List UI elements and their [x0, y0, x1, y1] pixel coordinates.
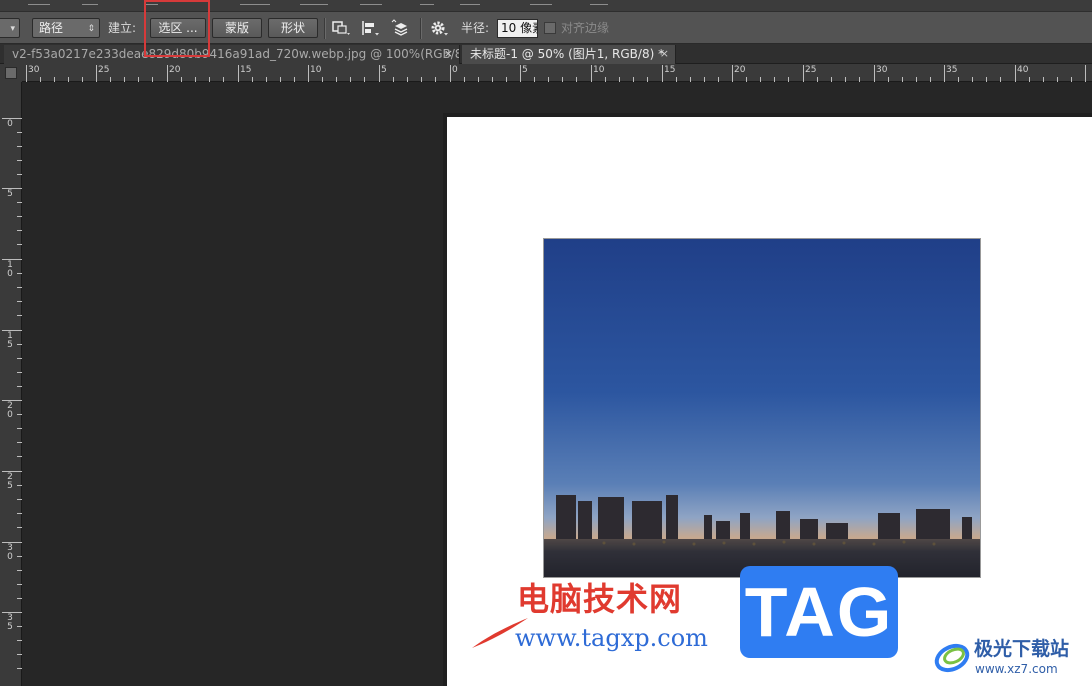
ruler-label: 0 [452, 65, 458, 75]
path-operations-icon[interactable] [330, 18, 352, 38]
gear-icon[interactable] [428, 18, 450, 38]
ruler-label: 30 [876, 65, 888, 75]
jg-title: 极光下载站 [974, 638, 1070, 660]
radius-input[interactable]: 10 像素 [497, 19, 538, 38]
ruler-label: 0 [7, 119, 13, 129]
path-alignment-icon[interactable] [360, 18, 382, 38]
ruler-label: 30 [28, 65, 40, 75]
annotation-highlight-box [144, 0, 210, 57]
watermark-tag-logo: TAG [740, 566, 898, 658]
ruler-label: 35 [7, 613, 13, 632]
ruler-label: 5 [522, 65, 528, 75]
ruler-label: 40 [1017, 65, 1029, 75]
make-label: 建立: [108, 21, 137, 35]
ruler-label: 25 [805, 65, 817, 75]
jg-logo-icon [934, 643, 970, 673]
ruler-label: 25 [98, 65, 110, 75]
vertical-ruler[interactable]: 0 5 10 15 20 25 30 35 [0, 82, 22, 686]
watermark-swoosh [472, 618, 528, 648]
ruler-label: 15 [7, 331, 13, 350]
ruler-label: 35 [946, 65, 958, 75]
watermark-jg-logo: 极光下载站 www.xz7.com [930, 632, 1090, 684]
radius-label: 半径: [461, 21, 490, 35]
tab-label: 未标题-1 @ 50% (图片1, RGB/8) * [470, 47, 665, 61]
make-mask-button[interactable]: 蒙版 [212, 18, 262, 38]
city-night-photo[interactable] [543, 238, 981, 578]
align-edges-label: 对齐边缘 [561, 21, 610, 35]
tab-webp-document[interactable]: v2-f53a0217e233deae829d80b9416a91ad_720w… [4, 45, 460, 64]
skyline-image [544, 239, 980, 577]
ruler-label: 5 [7, 189, 13, 199]
make-shape-button[interactable]: 形状 [268, 18, 318, 38]
ruler-label: 15 [664, 65, 676, 75]
align-edges-checkbox[interactable] [544, 22, 556, 34]
watermark-url: www.tagxp.com [515, 624, 708, 652]
ruler-label: 15 [240, 65, 252, 75]
ruler-label: 25 [7, 472, 13, 491]
ruler-label: 10 [593, 65, 605, 75]
ruler-label: 20 [169, 65, 181, 75]
ruler-ticks [26, 65, 1086, 82]
horizontal-ruler[interactable]: 30 25 20 15 10 5 0 5 10 15 20 25 30 35 4… [22, 64, 1092, 82]
ruler-label: 10 [310, 65, 322, 75]
tool-preset-select[interactable]: ▾ [0, 18, 20, 38]
ruler-label: 20 [7, 401, 13, 420]
ruler-label: 10 [7, 260, 13, 279]
ruler-label: 5 [381, 65, 387, 75]
ruler-label: 20 [734, 65, 746, 75]
close-icon[interactable]: × [444, 45, 453, 63]
watermark-site-name: 电脑技术网 [517, 580, 683, 618]
tab-untitled-document[interactable]: 未标题-1 @ 50% (图片1, RGB/8) * × [462, 45, 676, 64]
pick-mode-select[interactable]: 路径 ⇕ [32, 18, 100, 38]
close-icon[interactable]: × [660, 45, 669, 63]
updown-arrows-icon: ⇕ [87, 24, 95, 34]
ruler-origin[interactable] [0, 64, 22, 82]
tab-label: v2-f53a0217e233deae829d80b9416a91ad_720w… [12, 47, 460, 61]
chevron-down-icon: ▾ [10, 24, 15, 34]
jg-url: www.xz7.com [975, 662, 1058, 676]
pick-mode-value: 路径 [39, 21, 64, 35]
path-arrangement-icon[interactable] [390, 18, 412, 38]
ruler-ticks [2, 118, 22, 669]
ruler-label: 30 [7, 543, 13, 562]
